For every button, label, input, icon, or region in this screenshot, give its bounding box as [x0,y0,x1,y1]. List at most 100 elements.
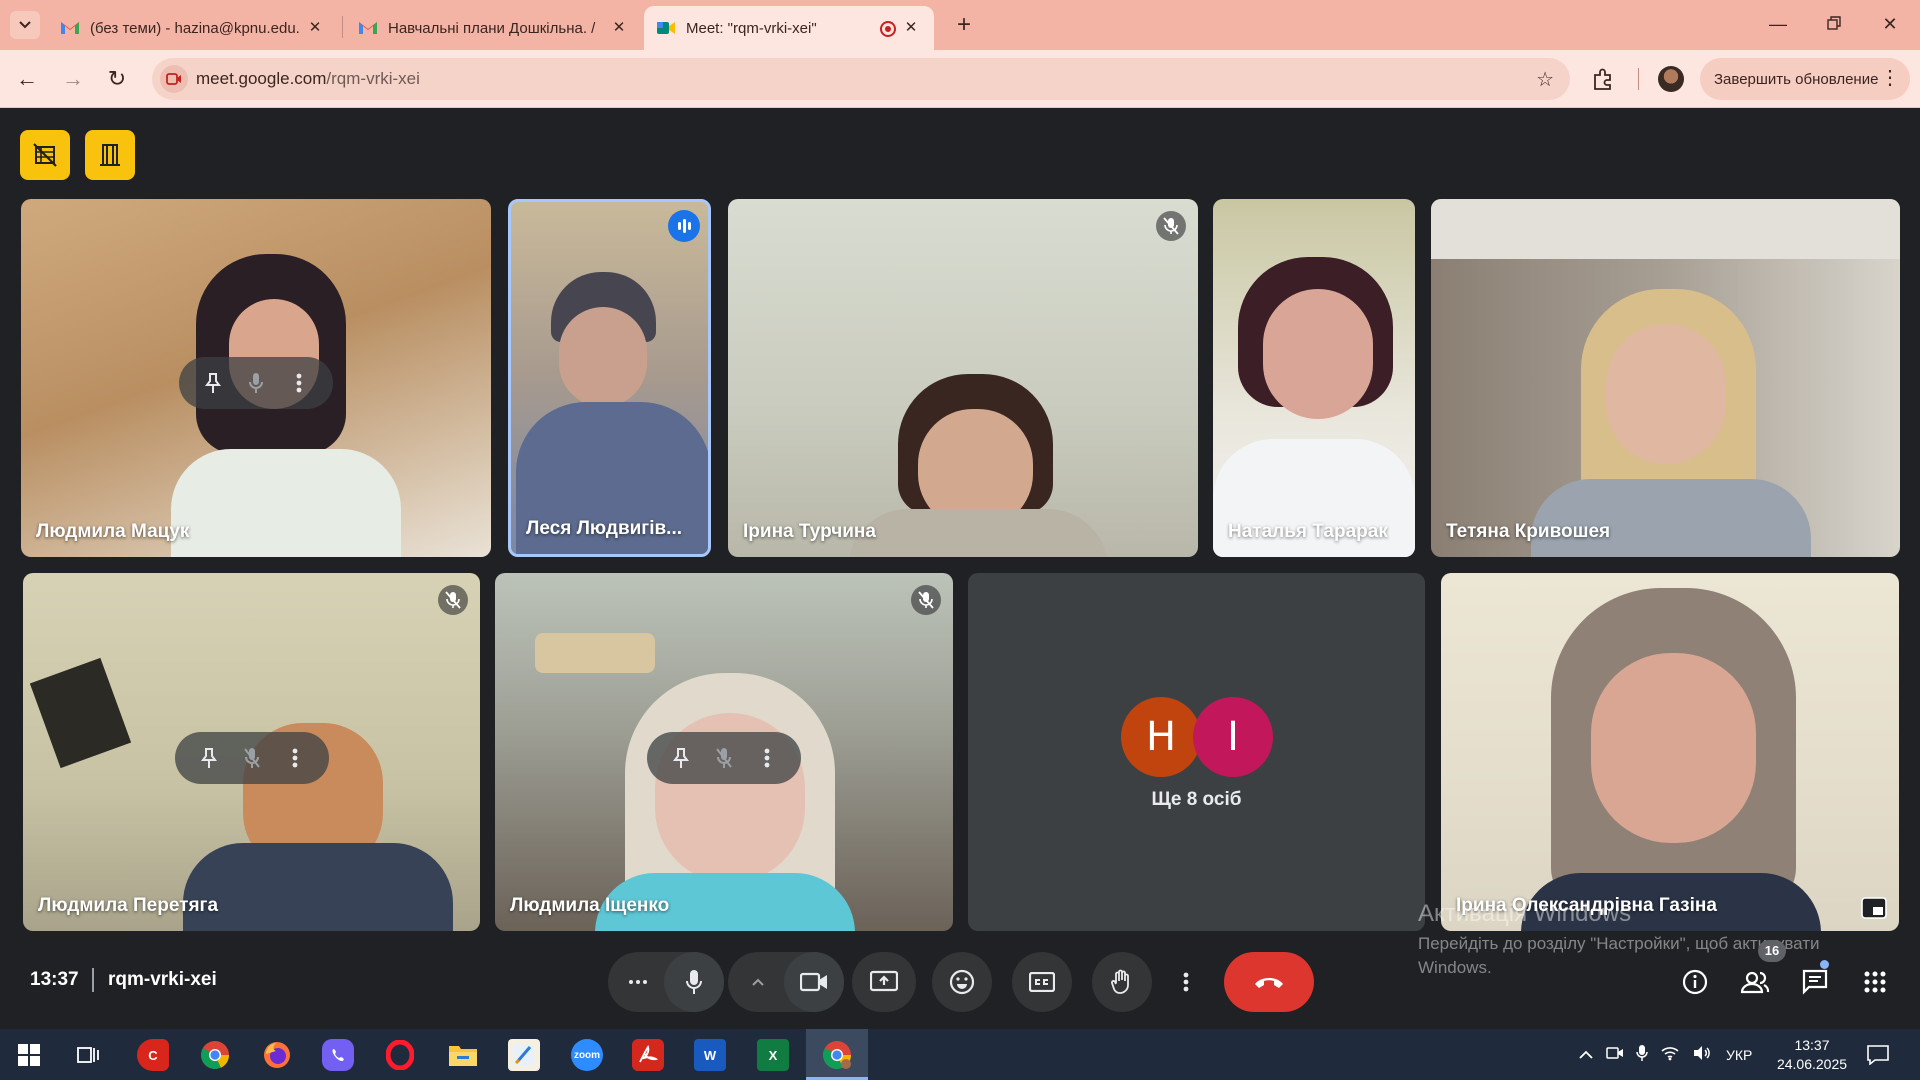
tab-title: (без теми) - hazina@kpnu.edu.ua [90,19,300,37]
task-view-icon [77,1047,99,1063]
reload-button[interactable]: ↻ [102,64,132,94]
microphone-button[interactable] [664,952,724,1012]
camera-button[interactable] [784,952,844,1012]
mic-in-use-icon[interactable] [1636,1044,1648,1065]
chevron-up-icon [752,978,764,986]
more-vert-icon[interactable] [277,740,313,776]
reactions-button[interactable] [932,952,992,1012]
taskbar-app[interactable] [508,1039,540,1071]
participant-tile[interactable]: Людмила Мацук [21,199,491,557]
unread-chat-dot [1820,960,1829,969]
participant-tile[interactable]: Леся Людвигів... [508,199,711,557]
watermark-title: Активація Windows [1418,900,1632,927]
leave-room-indicator-button[interactable] [85,130,135,180]
close-window-button[interactable]: ✕ [1870,10,1910,38]
wifi-icon[interactable] [1660,1045,1680,1064]
taskbar-app[interactable]: W [694,1039,726,1071]
explorer-icon [449,1046,477,1066]
participant-clothing [1531,479,1811,557]
profile-avatar[interactable] [1658,66,1684,92]
more-vert-icon[interactable] [749,740,785,776]
present-button[interactable] [852,952,916,1012]
more-people-label: Ще 8 осіб [1151,789,1242,810]
notification-icon [1867,1045,1889,1065]
taskbar-date: 24.06.2025 [1776,1056,1848,1072]
meeting-clock: 13:37 [30,969,79,990]
taskbar-app[interactable]: X [757,1039,789,1071]
pin-icon[interactable] [191,740,227,776]
taskbar-app[interactable]: zoom [571,1039,603,1071]
taskbar-app[interactable] [322,1039,354,1071]
taskbar-app[interactable]: C [137,1039,169,1071]
meet-icon [657,22,675,34]
notifications-button[interactable] [1862,1039,1894,1071]
video-options-button[interactable] [728,952,788,1012]
acrobat-icon [639,1044,659,1063]
participant-tile[interactable]: Наталья Тарарак [1213,199,1415,557]
camera-in-use-icon[interactable] [1606,1045,1624,1064]
people-icon [1740,971,1770,994]
participant-clothing [171,449,401,557]
taskbar-app[interactable] [199,1039,231,1071]
tile-hover-controls [179,357,333,409]
muted-mic-icon [438,585,468,615]
bookmark-star-icon[interactable]: ☆ [1536,67,1554,92]
taskbar-app[interactable] [447,1039,479,1071]
task-view-button[interactable] [73,1039,105,1071]
muted-mic-icon [1156,211,1186,241]
meeting-details-button[interactable] [1673,960,1717,1004]
tab-gmail-1[interactable]: (без теми) - hazina@kpnu.edu.ua ✕ [48,6,338,50]
more-vert-icon[interactable] [281,365,317,401]
more-participants-tile[interactable]: Н І Ще 8 осіб [968,573,1425,931]
participant-name: Людмила Іщенко [510,895,670,916]
restore-button[interactable] [1814,10,1854,38]
extensions-icon[interactable] [1590,66,1616,92]
new-tab-button[interactable]: + [950,12,978,40]
omnibox[interactable]: meet.google.com/rqm-vrki-xei ☆ [152,58,1570,100]
captions-button[interactable] [1012,952,1072,1012]
taskbar-app-active[interactable] [821,1039,853,1071]
back-button[interactable]: ← [12,64,42,94]
more-icon [629,980,647,984]
show-hidden-icons-button[interactable] [1578,1047,1594,1063]
taskbar-app[interactable] [384,1039,416,1071]
update-button[interactable]: Завершить обновление ⋮ [1700,58,1910,100]
taskbar-app[interactable] [261,1039,293,1071]
forward-button[interactable]: → [58,64,88,94]
activities-button[interactable] [1853,960,1897,1004]
input-language[interactable]: УКР [1726,1047,1752,1063]
end-call-icon [1255,978,1283,988]
muted-mic-icon [911,585,941,615]
raise-hand-button[interactable] [1092,952,1152,1012]
tab-gmail-2[interactable]: Навчальні плани Дошкільна. / ✕ [346,6,642,50]
volume-icon[interactable] [1692,1045,1712,1064]
minimize-button[interactable]: — [1758,10,1798,38]
participant-tile[interactable]: Ірина Турчина [728,199,1198,557]
taskbar-app[interactable] [632,1039,664,1071]
more-options-button[interactable] [1162,952,1210,1012]
taskbar-clock[interactable]: 13:37 24.06.2025 [1772,1036,1852,1074]
muted-mic-icon[interactable] [706,740,742,776]
participant-tile[interactable]: Людмила Перетяга [23,573,480,931]
app-red-icon: C [148,1047,158,1063]
pin-icon[interactable] [195,365,231,401]
tab-close-icon[interactable]: ✕ [610,19,628,37]
chat-button[interactable] [1793,960,1837,1004]
tab-close-icon[interactable]: ✕ [902,19,920,37]
audio-options-button[interactable] [608,952,668,1012]
camera-off-indicator-button[interactable] [20,130,70,180]
participant-tile[interactable]: Людмила Іщенко [495,573,953,931]
site-info-icon[interactable] [160,65,188,93]
participant-tile[interactable]: Тетяна Кривошея [1431,199,1900,557]
tab-close-icon[interactable]: ✕ [306,19,324,37]
people-button[interactable] [1733,960,1777,1004]
tab-search-button[interactable] [10,11,40,39]
participant-tile[interactable]: Ірина Олександрівна Газіна [1441,573,1899,931]
tab-meet[interactable]: Meet: "rqm-vrki-xei" ✕ [644,6,934,50]
mic-icon[interactable] [238,365,274,401]
pin-icon[interactable] [663,740,699,776]
start-button[interactable] [13,1039,45,1071]
leave-call-button[interactable] [1224,952,1314,1012]
muted-mic-icon[interactable] [234,740,270,776]
no-video-icon [33,143,57,167]
